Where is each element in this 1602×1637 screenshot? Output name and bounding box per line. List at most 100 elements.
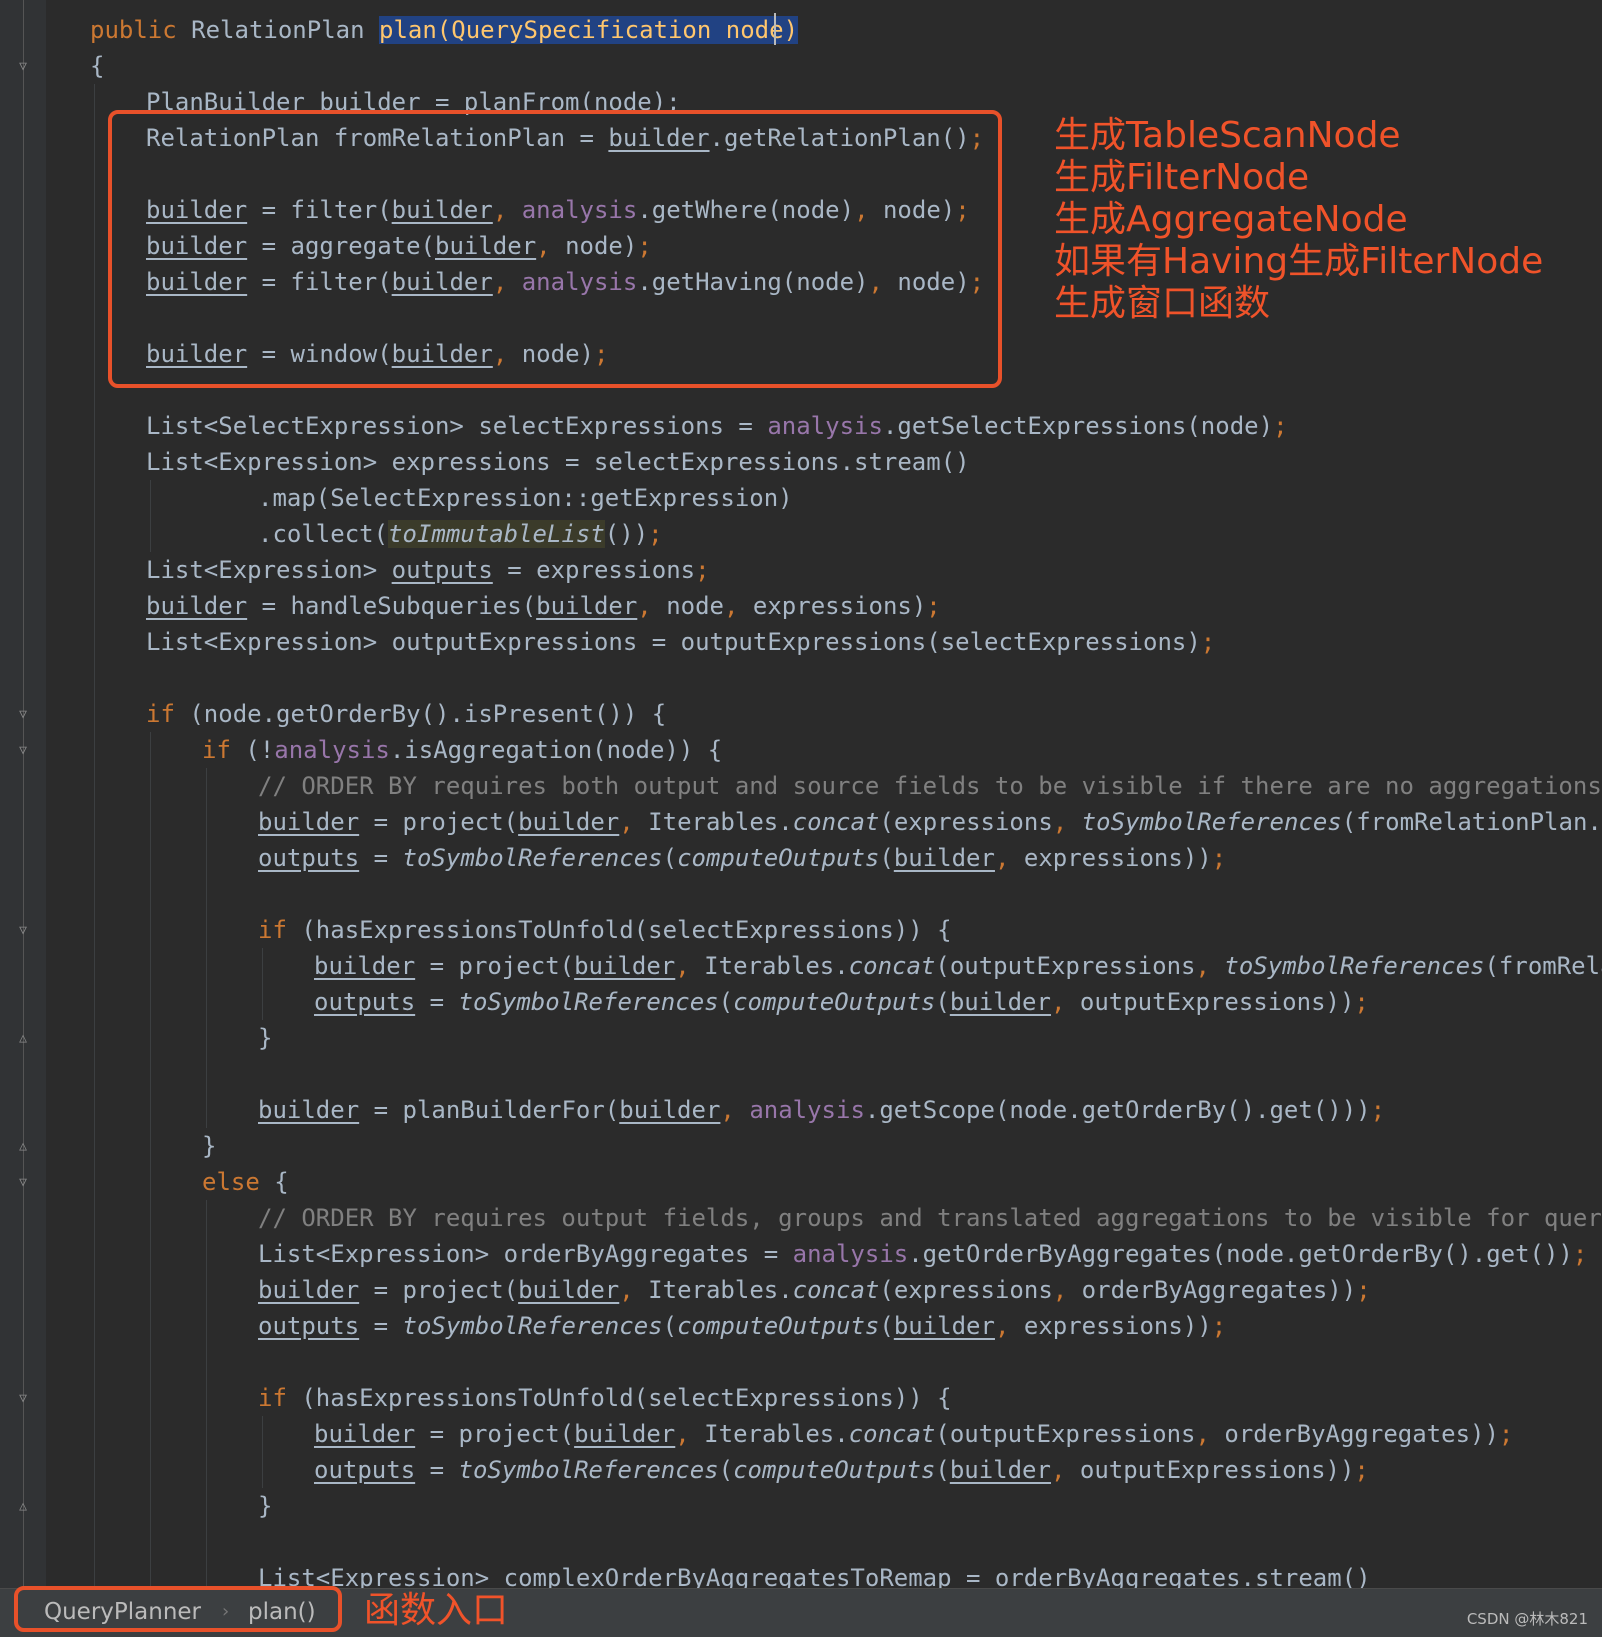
- code-token: Iterables.: [648, 808, 793, 836]
- code-token: =: [415, 1456, 459, 1484]
- code-token: Iterables.: [704, 1420, 849, 1448]
- code-token: Iterables.: [704, 952, 849, 980]
- code-token: analysis: [792, 1240, 909, 1268]
- code-line[interactable]: else {: [202, 1164, 289, 1200]
- code-token: concat: [848, 1420, 936, 1448]
- code-line[interactable]: List<Expression> outputs = expressions;: [146, 552, 710, 588]
- code-line[interactable]: List<Expression> orderByAggregates = ana…: [258, 1236, 1587, 1272]
- code-line[interactable]: outputs = toSymbolReferences(computeOutp…: [258, 1308, 1226, 1344]
- indent-guide: [150, 732, 151, 1588]
- code-line[interactable]: }: [258, 1020, 272, 1056]
- code-token: .isAggregation(node)) {: [389, 736, 723, 764]
- code-token: outputExpressions)): [1079, 1456, 1355, 1484]
- code-line[interactable]: outputs = toSymbolReferences(computeOutp…: [314, 984, 1369, 1020]
- code-token: expressions)): [1023, 844, 1212, 872]
- code-token: }: [258, 1024, 273, 1052]
- code-token: computeOutputs: [677, 844, 880, 872]
- code-token: (outputExpressions: [935, 952, 1196, 980]
- code-line[interactable]: if (!analysis.isAggregation(node)) {: [202, 732, 722, 768]
- code-token: if: [258, 916, 302, 944]
- code-token: ;: [1370, 1096, 1386, 1124]
- code-token: (fromRelati: [1484, 952, 1602, 980]
- code-token: outputs: [258, 1312, 360, 1340]
- code-token: ;: [1200, 628, 1216, 656]
- code-line[interactable]: }: [202, 1128, 216, 1164]
- code-line[interactable]: outputs = toSymbolReferences(computeOutp…: [314, 1452, 1369, 1488]
- code-token: (: [879, 1312, 894, 1340]
- code-line[interactable]: builder = project(builder, Iterables.con…: [258, 1272, 1371, 1308]
- fold-marker-icon[interactable]: ▽: [16, 1392, 30, 1406]
- code-line[interactable]: {: [90, 48, 104, 84]
- code-token: ,: [1050, 988, 1080, 1016]
- code-line[interactable]: // ORDER BY requires both output and sou…: [258, 768, 1602, 804]
- code-line[interactable]: if (node.getOrderBy().isPresent()) {: [146, 696, 666, 732]
- indent-guide: [94, 84, 95, 1588]
- code-token: =: [359, 844, 403, 872]
- code-line[interactable]: public RelationPlan plan(QuerySpecificat…: [90, 12, 799, 48]
- code-token: toSymbolReferences: [1081, 808, 1342, 836]
- code-token: = handleSubqueries(: [247, 592, 537, 620]
- code-token: ;: [1498, 1420, 1514, 1448]
- code-token: builder: [893, 844, 995, 872]
- code-line[interactable]: outputs = toSymbolReferences(computeOutp…: [258, 840, 1226, 876]
- fold-marker-icon[interactable]: ▽: [16, 708, 30, 722]
- code-line[interactable]: }: [258, 1488, 272, 1524]
- code-line[interactable]: .collect(toImmutableList());: [258, 516, 663, 552]
- annotation-box-entry: [14, 1586, 342, 1632]
- fold-marker-icon[interactable]: △: [16, 1032, 30, 1046]
- fold-marker-icon[interactable]: ▽: [16, 60, 30, 74]
- fold-marker-icon[interactable]: ▽: [16, 744, 30, 758]
- code-token: outputExpressions)): [1079, 988, 1355, 1016]
- code-token: ,: [675, 952, 705, 980]
- code-token: ,: [619, 1276, 649, 1304]
- code-line[interactable]: builder = planBuilderFor(builder, analys…: [258, 1092, 1385, 1128]
- code-line[interactable]: .map(SelectExpression::getExpression): [258, 480, 793, 516]
- code-token: ,: [1195, 952, 1225, 980]
- code-token: (outputExpressions: [935, 1420, 1196, 1448]
- code-token: builder: [258, 1276, 360, 1304]
- code-token: = project(: [359, 1276, 519, 1304]
- code-token: = planBuilderFor(: [359, 1096, 620, 1124]
- code-line[interactable]: builder = project(builder, Iterables.con…: [314, 1416, 1513, 1452]
- code-token: (: [662, 1312, 678, 1340]
- code-token: toSymbolReferences: [1224, 952, 1485, 980]
- code-line[interactable]: builder = project(builder, Iterables.con…: [258, 804, 1602, 840]
- code-line[interactable]: List<Expression> expressions = selectExp…: [146, 444, 970, 480]
- code-token: plan(QuerySpecification node): [379, 16, 799, 44]
- code-token: ,: [1052, 808, 1082, 836]
- fold-marker-icon[interactable]: △: [16, 1500, 30, 1514]
- code-line[interactable]: List<SelectExpression> selectExpressions…: [146, 408, 1288, 444]
- code-token: .collect(: [258, 520, 389, 548]
- code-line[interactable]: // ORDER BY requires output fields, grou…: [258, 1200, 1602, 1236]
- code-token: = project(: [359, 808, 519, 836]
- code-token: builder: [574, 1420, 676, 1448]
- code-token: ;: [1356, 1276, 1371, 1304]
- code-line[interactable]: if (hasExpressionsToUnfold(selectExpress…: [258, 912, 952, 948]
- code-line[interactable]: builder = project(builder, Iterables.con…: [314, 948, 1602, 984]
- code-token: analysis: [749, 1096, 865, 1124]
- fold-marker-icon[interactable]: ▽: [16, 924, 30, 938]
- code-token: public: [90, 16, 192, 44]
- code-token: (: [935, 988, 950, 1016]
- code-token: Iterables.: [648, 1276, 793, 1304]
- code-token: (: [879, 844, 894, 872]
- code-line[interactable]: builder = handleSubqueries(builder, node…: [146, 588, 941, 624]
- code-token: builder: [949, 988, 1051, 1016]
- indent-guide: [262, 1416, 263, 1488]
- code-token: List<Expression> outputExpressions = out…: [146, 628, 1201, 656]
- code-token: outputs: [258, 844, 360, 872]
- code-line[interactable]: if (hasExpressionsToUnfold(selectExpress…: [258, 1380, 952, 1416]
- code-token: toImmutableList: [388, 520, 605, 548]
- code-token: // ORDER BY requires both output and sou…: [258, 772, 1602, 800]
- code-token: orderByAggregates)): [1224, 1420, 1499, 1448]
- code-token: ,: [994, 844, 1024, 872]
- indent-guide: [150, 480, 151, 552]
- code-line[interactable]: List<Expression> outputExpressions = out…: [146, 624, 1215, 660]
- code-token: ;: [1572, 1240, 1588, 1268]
- code-token: (expressions: [879, 808, 1053, 836]
- annotation-box-plan-steps: [108, 110, 1002, 388]
- code-token: ,: [720, 1096, 750, 1124]
- code-token: ;: [1211, 1312, 1227, 1340]
- fold-marker-icon[interactable]: △: [16, 1140, 30, 1154]
- fold-marker-icon[interactable]: ▽: [16, 1176, 30, 1190]
